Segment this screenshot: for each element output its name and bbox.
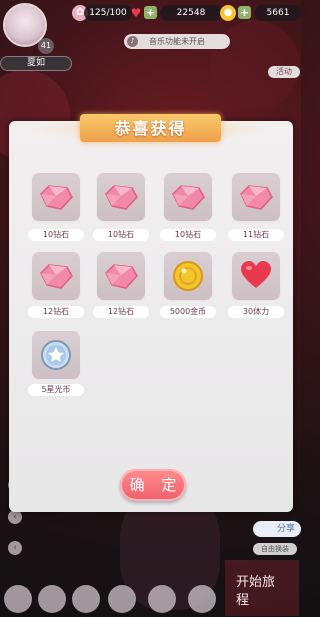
player-level-badge: 41 (38, 38, 54, 54)
bottom-menu-icon[interactable] (188, 585, 216, 613)
dialog-title: 恭喜获得 (114, 119, 187, 138)
add-stamina-button[interactable]: + (144, 6, 157, 19)
reward-item-label: 11钻石 (228, 229, 284, 241)
reward-item-label: 30体力 (228, 306, 284, 318)
reward-item-label: 10钻石 (28, 229, 84, 241)
activity-label[interactable]: 活动 (268, 66, 300, 78)
reward-item-label: 12钻石 (28, 306, 84, 318)
diamond-icon (37, 261, 75, 295)
star-coin-icon (40, 339, 72, 375)
heart-icon (240, 260, 272, 294)
diamond-icon (102, 261, 140, 295)
bottom-menu-icon[interactable] (148, 585, 176, 613)
player-name: 夏如 (0, 56, 72, 71)
gold-value: 22548 (160, 5, 222, 21)
music-icon: ♪ (127, 36, 138, 47)
stamina-value: 125/100 (84, 5, 132, 21)
confirm-button[interactable]: 确 定 (120, 469, 186, 501)
diamond-icon (102, 182, 140, 216)
heart-icon: ♥ (130, 6, 142, 20)
left-arrow-icon[interactable]: ‹ (8, 541, 22, 555)
left-arrow-icon[interactable]: ‹ (8, 510, 22, 524)
reward-item-label: 10钻石 (160, 229, 216, 241)
reward-item-label: 12钻石 (93, 306, 149, 318)
add-gold-button[interactable]: + (238, 6, 251, 19)
free-dress-label: 自由换装 (253, 543, 297, 555)
bottom-menu-icon[interactable] (72, 585, 100, 613)
diamond-icon (237, 182, 275, 216)
reward-item-label: 5星光币 (28, 384, 84, 396)
start-journey-label: 开始旅程 (236, 575, 276, 608)
gold-coin-icon: ● (220, 5, 236, 21)
bottom-menu-icon[interactable] (108, 585, 136, 613)
diamond-value: 5661 (255, 5, 301, 21)
reward-item-label: 5000金币 (160, 306, 216, 318)
diamond-icon (169, 182, 207, 216)
bottom-menu-icon[interactable] (4, 585, 32, 613)
diamond-icon (37, 182, 75, 216)
share-button[interactable]: 分享 (253, 521, 301, 537)
reward-item-label: 10钻石 (93, 229, 149, 241)
music-disabled-notice: 音乐功能未开启 (124, 34, 230, 49)
bottom-menu-icon[interactable] (38, 585, 66, 613)
gold-coin-icon (172, 260, 204, 296)
